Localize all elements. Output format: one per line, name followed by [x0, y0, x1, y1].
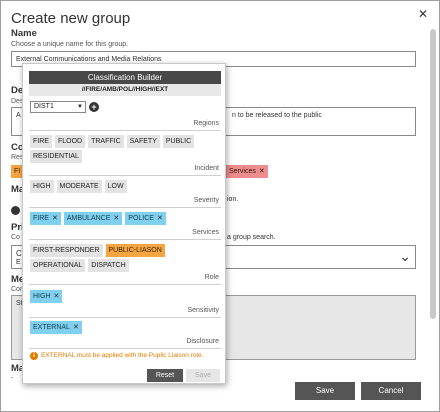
incident-chip-label: RESIDENTIAL	[33, 153, 79, 160]
severity-chip-label: MODERATE	[59, 183, 99, 190]
severity-chip[interactable]: MODERATE	[56, 180, 102, 193]
dialog-scrollbar[interactable]	[430, 29, 436, 319]
sensitivity-chip[interactable]: HIGH ✕	[30, 290, 63, 303]
builder-code: //FIRE/AMB/POL//HIGH//EXT	[29, 84, 221, 96]
severity-divider	[29, 207, 221, 208]
role-chip[interactable]: DISPATCH	[88, 259, 129, 272]
incident-chip[interactable]: FIRE	[30, 135, 52, 148]
services-chip-label: POLICE	[128, 215, 154, 222]
sensitivity-divider	[29, 317, 221, 318]
incident-title: Incident	[194, 165, 219, 172]
remove-icon[interactable]: ✕	[54, 293, 60, 300]
incident-chip-label: PUBLIC	[165, 138, 192, 145]
incident-divider	[29, 175, 221, 176]
services-chips: FIRE ✕ AMBULANCE ✕ POLICE ✕	[30, 212, 220, 227]
severity-title: Severity	[193, 197, 219, 204]
services-chip-label: AMBULANCE	[66, 215, 111, 222]
services-divider	[29, 239, 221, 240]
remove-icon[interactable]: ✕	[73, 324, 79, 331]
district-select-value: DIST1	[34, 103, 54, 110]
disclosure-chip-label: EXTERNAL	[33, 324, 70, 331]
role-chip[interactable]: PUBLIC-LIASON	[105, 244, 165, 257]
builder-save-button[interactable]: Save	[186, 369, 220, 382]
disclosure-chip[interactable]: EXTERNAL ✕	[30, 321, 82, 334]
services-chip[interactable]: POLICE ✕	[125, 212, 166, 225]
remove-icon[interactable]: ✕	[259, 168, 265, 175]
severity-chip-label: LOW	[107, 183, 124, 190]
builder-warning: i EXTERNAL must be applied with the Pupli…	[30, 352, 203, 360]
incident-chip-label: TRAFFIC	[91, 138, 121, 145]
services-chip-label: FIRE	[33, 215, 49, 222]
chevron-down-icon: ▼	[77, 104, 83, 110]
sensitivity-title: Sensitivity	[187, 307, 219, 314]
district-select[interactable]: DIST1 ▼	[30, 101, 86, 113]
regions-divider	[29, 130, 221, 131]
role-chip[interactable]: FIRST-RESPONDER	[30, 244, 103, 257]
privacy-select-sub: E	[16, 259, 21, 266]
eye-icon	[11, 206, 20, 215]
description-value-start: A	[16, 112, 21, 119]
info-icon: i	[30, 352, 38, 360]
severity-chip[interactable]: LOW	[104, 180, 127, 193]
regions-title: Regions	[193, 120, 219, 127]
sensitivity-chip-label: HIGH	[33, 293, 51, 300]
role-chip-label: FIRST-RESPONDER	[33, 247, 100, 254]
privacy-help: Co	[11, 234, 20, 241]
dialog-title: Create new group	[11, 10, 131, 27]
sensitivity-chips: HIGH ✕	[30, 290, 220, 305]
disclosure-divider	[29, 348, 221, 349]
disclosure-title: Disclosure	[186, 338, 219, 345]
disclosure-chips: EXTERNAL ✕	[30, 321, 220, 336]
severity-chip[interactable]: HIGH	[30, 180, 54, 193]
role-chip-label: OPERATIONAL	[33, 262, 83, 269]
incident-chip[interactable]: RESIDENTIAL	[30, 150, 82, 163]
members-help: Cor	[11, 286, 23, 293]
incident-chip-label: FIRE	[33, 138, 49, 145]
builder-warning-text: EXTERNAL must be applied with the Puplic…	[41, 352, 204, 359]
incident-chip[interactable]: PUBLIC	[162, 135, 195, 148]
save-button[interactable]: Save	[295, 382, 355, 400]
incident-chip-label: FLOOD	[57, 138, 83, 145]
services-chip[interactable]: AMBULANCE ✕	[63, 212, 123, 225]
incident-chip[interactable]: FLOOD	[54, 135, 86, 148]
privacy-select-value: C	[16, 249, 22, 258]
role-divider	[29, 284, 221, 285]
severity-chips: HIGH MODERATE LOW	[30, 180, 220, 195]
privacy-text: a group search.	[227, 234, 276, 241]
remove-icon[interactable]: ✕	[157, 215, 163, 222]
services-title: Services	[192, 229, 219, 236]
role-chip-label: PUBLIC-LIASON	[108, 247, 162, 254]
severity-chip-label: HIGH	[33, 183, 51, 190]
name-input-value: External Communications and Media Relati…	[16, 56, 162, 63]
role-title: Role	[204, 274, 219, 281]
role-chip-label: DISPATCH	[91, 262, 126, 269]
chevron-down-icon[interactable]: ⌄	[399, 248, 411, 265]
name-label: Name	[11, 28, 37, 39]
reset-button[interactable]: Reset	[147, 369, 183, 382]
role-chips: FIRST-RESPONDER PUBLIC-LIASON OPERATIONAL D…	[30, 244, 220, 274]
builder-title: Classification Builder	[29, 71, 221, 84]
remove-icon[interactable]: ✕	[113, 215, 119, 222]
managed-text: ion.	[227, 196, 239, 203]
incident-chip-label: SAFETY	[129, 138, 157, 145]
incident-chip[interactable]: SAFETY	[126, 135, 160, 148]
add-district-icon[interactable]: +	[89, 102, 99, 112]
close-icon[interactable]: ✕	[418, 7, 428, 21]
classification-chip-services-label: Services	[229, 168, 256, 175]
incident-chip[interactable]: TRAFFIC	[88, 135, 124, 148]
role-chip[interactable]: OPERATIONAL	[30, 259, 86, 272]
managed-by-value: -	[11, 375, 14, 382]
classification-builder-popup: Classification Builder //FIRE/AMB/POL//H…	[22, 63, 226, 384]
create-group-dialog: Create new group ✕ Name Choose a unique …	[0, 0, 440, 412]
description-value-end: n to be released to the public	[232, 112, 322, 119]
classification-chip-services[interactable]: Services ✕	[226, 165, 268, 178]
cancel-button[interactable]: Cancel	[361, 382, 421, 400]
remove-icon[interactable]: ✕	[52, 215, 58, 222]
name-help: Choose a unique name for this group.	[11, 41, 129, 48]
incident-chips: FIRE FLOOD TRAFFIC SAFETY PUBLIC RESIDENTIAL	[30, 135, 220, 165]
services-chip[interactable]: FIRE ✕	[30, 212, 61, 225]
